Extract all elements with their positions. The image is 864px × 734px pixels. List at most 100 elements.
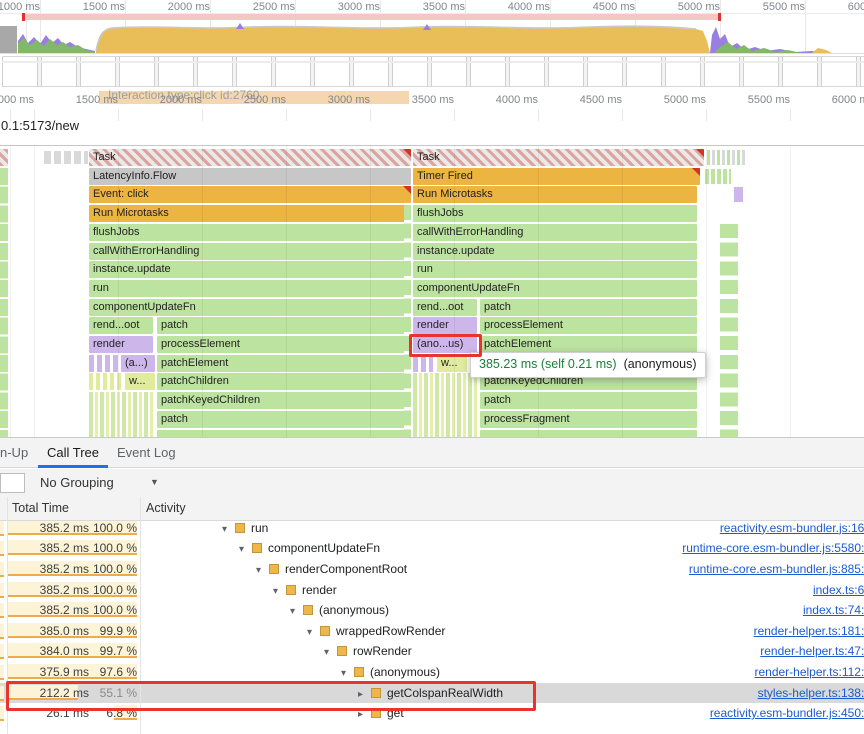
call-tree-row[interactable]: 384.0 ms 99.7 % rowRender render-helper.t… [0, 641, 864, 662]
call-tree-row[interactable]: 385.0 ms 99.9 % wrappedRowRender render-h… [0, 621, 864, 642]
source-link[interactable]: reactivity.esm-bundler.js:450:2 [710, 703, 864, 724]
flame-bar-flushjobs-left[interactable]: flushJobs [89, 223, 411, 241]
flame-bar-patchelement-right[interactable]: patchElement [480, 336, 697, 353]
screenshot-filmstrip[interactable] [2, 56, 864, 87]
flame-bar-callwitherrorhandling-right[interactable]: callWithErrorHandling [413, 223, 697, 241]
filter-input[interactable] [0, 473, 25, 493]
long-task-warning-icon [692, 167, 700, 176]
expand-arrow-icon[interactable] [290, 602, 303, 623]
expand-arrow-icon[interactable] [239, 540, 252, 561]
flame-bar-partial-right[interactable] [480, 429, 697, 437]
collapse-arrow-icon[interactable] [358, 685, 371, 706]
cpu-activity-chart[interactable] [0, 21, 864, 53]
activity-name: renderComponentRoot [285, 561, 408, 576]
activity-name: get [387, 706, 404, 721]
tab-call-tree[interactable]: Call Tree [47, 445, 99, 460]
flame-bar-instance-update-left[interactable]: instance.update [89, 261, 411, 279]
collapse-arrow-icon[interactable] [358, 705, 371, 726]
overview-longtask-band[interactable] [22, 14, 721, 20]
flame-bar-label: Task [93, 151, 116, 163]
tab-bottom-up[interactable]: n-Up [0, 445, 28, 460]
flame-bar-processfragment[interactable]: processFragment [480, 410, 697, 428]
source-link[interactable]: runtime-core.esm-bundler.js:5580:3 [682, 538, 864, 559]
grouping-select[interactable]: No Grouping [40, 475, 114, 490]
source-link[interactable]: styles-helper.ts:138:3 [758, 683, 864, 704]
flame-bar-callwitherrorhandling-left[interactable]: callWithErrorHandling [89, 242, 411, 260]
expand-arrow-icon[interactable] [307, 623, 320, 644]
flame-bar-partial-left[interactable] [157, 429, 410, 437]
section-divider [0, 53, 864, 54]
expand-arrow-icon[interactable] [222, 520, 235, 541]
minor-tasks-slivers [707, 150, 745, 165]
source-link[interactable]: index.ts:68 [813, 580, 864, 601]
column-header-activity[interactable]: Activity [146, 501, 186, 515]
total-time-percent: 97.6 % [99, 664, 137, 679]
flame-bar-w-right[interactable]: w... [437, 354, 467, 372]
flame-bar-processelement-left[interactable]: processElement [157, 336, 410, 353]
flame-bar-rendercomponentroot-right[interactable]: rend...oot [413, 298, 477, 316]
flame-bar-patch2-left[interactable]: patch [157, 410, 410, 428]
total-time-value: 212.2 ms [39, 685, 89, 700]
source-link[interactable]: render-helper.ts:47:2 [760, 641, 864, 662]
source-link[interactable]: render-helper.ts:112:2 [754, 662, 864, 683]
flame-bar-label: Task [417, 151, 440, 163]
flame-chart[interactable]: Task LatencyInfo.Flow Event: click Run M… [0, 145, 864, 437]
flame-bar-task-left[interactable]: Task [89, 149, 411, 166]
call-tree-row[interactable]: 26.1 ms 6.8 % get reactivity.esm-bundler.… [0, 703, 864, 724]
source-link[interactable]: render-helper.ts:181:2 [754, 621, 864, 642]
expand-arrow-icon[interactable] [273, 582, 286, 603]
flame-bar-task-right[interactable]: Task [413, 149, 704, 166]
timeline-ruler-tick: 3000 ms [327, 94, 370, 106]
flame-bar-patch-left[interactable]: patch [157, 317, 410, 335]
total-time-percent: 99.7 % [99, 644, 137, 659]
flame-bar-w-left[interactable]: w... [125, 373, 155, 391]
flame-bar-patch2-right[interactable]: patch [480, 392, 697, 410]
long-task-warning-icon [696, 149, 704, 157]
flame-bar-patchelement-left[interactable]: patchElement [157, 354, 410, 372]
flame-bar-componentupdatefn-right[interactable]: componentUpdateFn [413, 279, 697, 297]
flame-bar-patchkeyedchildren-left[interactable]: patchKeyedChildren [157, 392, 410, 410]
expand-arrow-icon[interactable] [324, 643, 337, 664]
flame-bar-run-microtasks-right[interactable]: Run Microtasks [413, 186, 697, 204]
flame-bar-render-left[interactable]: render [89, 336, 153, 353]
column-header-total-time[interactable]: Total Time [12, 501, 69, 515]
total-time-percent: 100.0 % [92, 561, 137, 576]
function-icon [371, 708, 381, 719]
flame-bar-latencyinfo-flow[interactable]: LatencyInfo.Flow [89, 167, 411, 185]
flame-bar-patchchildren-left[interactable]: patchChildren [157, 373, 410, 391]
flame-bar-anonymous-left[interactable]: (a...) [121, 354, 155, 372]
call-tree-row[interactable]: 385.2 ms100.0 % (anonymous) index.ts:74:… [0, 600, 864, 621]
flame-bar-processelement-right[interactable]: processElement [480, 317, 697, 335]
flame-bar-timer-fired[interactable]: Timer Fired [413, 167, 700, 185]
flame-bar-event-click[interactable]: Event: click [89, 186, 411, 204]
call-tree-row-selected[interactable]: 212.2 ms 55.1 % getColspanRealWidth style… [0, 682, 864, 706]
activity-name: render [302, 582, 337, 597]
flame-bar-flushjobs-right[interactable]: flushJobs [413, 205, 697, 223]
total-time-value: 385.2 ms [39, 561, 89, 576]
call-tree-row[interactable]: 385.2 ms100.0 % renderComponentRoot runt… [0, 559, 864, 580]
call-tree-row[interactable]: 385.2 ms100.0 % componentUpdateFn runtim… [0, 538, 864, 559]
filter-toolbar: No Grouping ▼ [0, 469, 864, 497]
total-time-value: 385.0 ms [39, 623, 89, 638]
flame-bar-render-right[interactable]: render [413, 317, 477, 335]
flame-bar-run-right[interactable]: run [413, 261, 697, 279]
source-link[interactable]: index.ts:74:1 [803, 600, 864, 621]
expand-arrow-icon[interactable] [341, 664, 354, 685]
total-time-percent: 55.1 % [99, 685, 137, 700]
flame-bar-run-microtasks-left[interactable]: Run Microtasks [89, 205, 411, 223]
flame-bar-anonymous-selected[interactable]: (ano...us) [413, 336, 477, 353]
flame-bar-patch-right[interactable]: patch [480, 298, 697, 316]
flame-bar-instance-update-right[interactable]: instance.update [413, 242, 697, 260]
expand-arrow-icon[interactable] [256, 561, 269, 582]
total-time-percent: 99.9 % [99, 623, 137, 638]
tab-event-log[interactable]: Event Log [117, 445, 176, 460]
flame-bar-run-left[interactable]: run [89, 279, 411, 297]
call-tree-row[interactable]: 385.2 ms100.0 % render index.ts:68 [0, 580, 864, 601]
overview-ruler-tick: 3500 ms [422, 1, 465, 13]
source-link[interactable]: runtime-core.esm-bundler.js:885:1 [689, 559, 864, 580]
performance-tooltip: 385.23 ms (self 0.21 ms) (anonymous) [470, 352, 706, 378]
flame-bar-componentupdatefn-left[interactable]: componentUpdateFn [89, 298, 411, 316]
call-tree-row[interactable]: 375.9 ms 97.6 % (anonymous) render-helper… [0, 662, 864, 683]
long-task-warning-icon [403, 149, 411, 157]
flame-bar-rendercomponentroot-left[interactable]: rend...oot [89, 317, 153, 335]
